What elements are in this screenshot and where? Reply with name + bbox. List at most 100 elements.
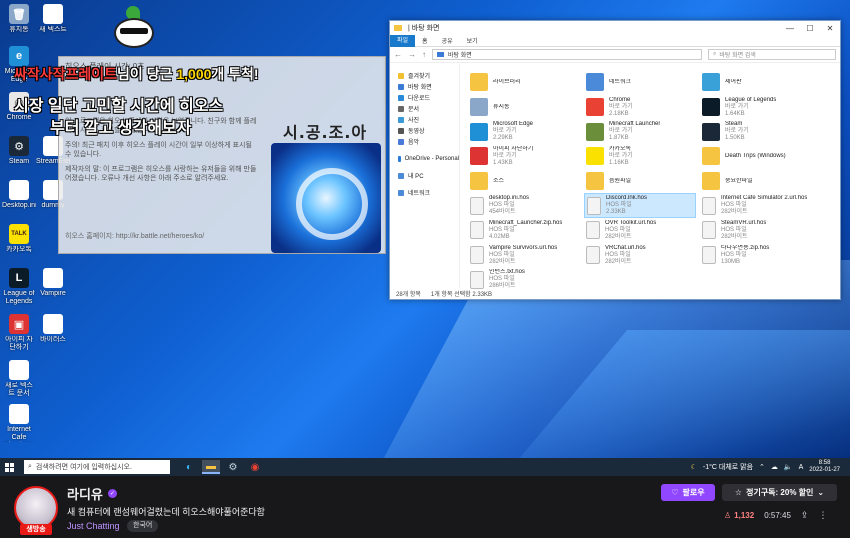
stream-category[interactable]: Just Chatting bbox=[67, 521, 120, 531]
file-item[interactable]: Chrome 바로 가기 2.18KB bbox=[584, 95, 696, 120]
address-bar[interactable]: 바탕 화면 bbox=[432, 49, 702, 60]
file-item[interactable]: 제어판 bbox=[700, 70, 812, 95]
viewer-count-value: 1,132 bbox=[734, 511, 755, 520]
file-item[interactable]: 중요한파일 bbox=[700, 169, 812, 194]
desktop-icon[interactable]: 바이러스 bbox=[36, 314, 70, 352]
nav-item[interactable]: 사진 bbox=[390, 114, 459, 125]
file-icon bbox=[586, 122, 604, 141]
file-item[interactable]: League of Legends 바로 가기 1.64KB bbox=[700, 95, 812, 120]
desktop-icon[interactable]: 새 텍스트 bbox=[36, 4, 70, 42]
file-meta: 바로 가기 2.18KB bbox=[609, 103, 633, 117]
nav-item[interactable]: 즐겨찾기 bbox=[390, 70, 459, 81]
nav-item[interactable]: 네트워크 bbox=[390, 187, 459, 198]
donation-text-end: 개 투척! bbox=[211, 66, 259, 82]
maximize-icon[interactable]: ☐ bbox=[800, 24, 820, 33]
desktop-icon[interactable]: TALK 카카오톡 bbox=[2, 224, 36, 262]
file-item[interactable]: desktop.ini.hos HOS 파일 454바이트 bbox=[468, 193, 580, 218]
steam-icon[interactable]: ⚙ bbox=[224, 460, 242, 474]
nav-item[interactable]: OneDrive - Personal bbox=[390, 153, 459, 164]
ribbon-tab-view[interactable]: 보기 bbox=[460, 36, 485, 45]
overlay-footer-link[interactable]: 히오스 홈페이지: http://kr.battle.net/heroes/ko… bbox=[65, 231, 204, 241]
file-item[interactable]: Internet Cafe Simulator 2.url.hos HOS 파일 … bbox=[700, 193, 812, 218]
file-item[interactable]: 라이브러리 bbox=[468, 70, 580, 95]
forward-arrow-icon[interactable]: → bbox=[408, 50, 416, 59]
follow-button[interactable]: ♡ 팔로우 bbox=[661, 484, 715, 501]
streamer-name[interactable]: 라디유 bbox=[67, 484, 103, 503]
file-name: 네트워크 bbox=[609, 78, 632, 85]
file-item[interactable]: 카카오톡 바로 가기 1.16KB bbox=[584, 144, 696, 169]
search-input[interactable]: ⌕ 바탕 화면 검색 bbox=[708, 49, 836, 60]
file-name: 휴지통 bbox=[493, 103, 510, 110]
file-item[interactable]: 아이피 차단하기 바로 가기 1.43KB bbox=[468, 144, 580, 169]
hero-title: 시.공.조.아 bbox=[283, 123, 368, 142]
file-item[interactable]: Minecraft_Launcher.zip.hos HOS 파일 4.02MB bbox=[468, 218, 580, 243]
file-item[interactable]: Death Trips (Windows) bbox=[700, 144, 812, 169]
desktop-icon[interactable]: L League of Legends bbox=[2, 268, 36, 306]
desktop-icon[interactable]: ▣ 아이피 차단하기 bbox=[2, 314, 36, 352]
file-icon bbox=[470, 98, 488, 117]
weather-icon[interactable]: ☾ bbox=[691, 463, 697, 471]
more-options-icon[interactable]: ⋮ bbox=[818, 510, 827, 521]
file-item[interactable]: 소스 bbox=[468, 169, 580, 194]
file-meta: HOS 파일 282바이트 bbox=[605, 226, 632, 240]
minimize-icon[interactable]: — bbox=[780, 24, 800, 33]
file-item[interactable]: 타다우면용.zip.hos HOS 파일 130MB bbox=[700, 243, 812, 268]
nav-item[interactable]: 다운로드 bbox=[390, 92, 459, 103]
language-tag[interactable]: 한국어 bbox=[127, 520, 159, 532]
ribbon-tab-home[interactable]: 홈 bbox=[415, 36, 435, 45]
desktop-icon[interactable]: 새로 텍스트 문서 bbox=[2, 360, 36, 398]
app-icon: ▣ bbox=[9, 314, 29, 334]
desktop-icon[interactable]: 🗑 휴지통 bbox=[2, 4, 36, 42]
share-icon[interactable]: ⇪ bbox=[801, 510, 809, 521]
nav-item[interactable]: 내 PC bbox=[390, 170, 459, 181]
desktop-icon[interactable]: Internet Cafe Simulator bbox=[2, 404, 36, 442]
desktop-icon[interactable]: Vampire bbox=[36, 268, 70, 306]
file-meta: HOS 파일 454바이트 bbox=[489, 202, 516, 216]
ime-indicator[interactable]: A bbox=[799, 464, 804, 471]
desktop-icon[interactable]: Desktop.ini bbox=[2, 180, 36, 218]
taskbar-search-input[interactable]: ⌕ 검색하려면 여기에 입력하십시오. bbox=[24, 460, 170, 474]
explorer-titlebar[interactable]: | 바탕 화면 — ☐ ✕ bbox=[390, 21, 840, 35]
chrome-icon[interactable]: ◉ bbox=[246, 460, 264, 474]
file-item[interactable]: OVR Toolkit.url.hos HOS 파일 282바이트 bbox=[584, 218, 696, 243]
network-icon[interactable]: ☁ bbox=[771, 463, 778, 471]
file-item[interactable]: VRChat.url.hos HOS 파일 282바이트 bbox=[584, 243, 696, 268]
volume-icon[interactable]: 🔈 bbox=[784, 463, 793, 471]
folder-icon bbox=[702, 147, 720, 166]
start-button[interactable] bbox=[0, 458, 18, 476]
file-item[interactable]: 휴지통 bbox=[468, 95, 580, 120]
ribbon-tab-file[interactable]: 파일 bbox=[390, 34, 416, 47]
nav-item[interactable]: 음악 bbox=[390, 136, 459, 147]
file-item[interactable]: 음원파일 bbox=[584, 169, 696, 194]
file-icon bbox=[586, 73, 604, 92]
file-item[interactable]: Minecraft Launcher 바로 가기 1.87KB bbox=[584, 119, 696, 144]
file-explorer-icon[interactable]: ▬ bbox=[202, 460, 220, 474]
file-item[interactable]: Discord.lnk.hos HOS 파일 2.33KB bbox=[584, 193, 696, 219]
edge-icon[interactable]: ◐ bbox=[180, 460, 198, 474]
file-item[interactable]: 네트워크 bbox=[584, 70, 696, 95]
nav-item-label: 다운로드 bbox=[408, 96, 431, 102]
nav-item-icon bbox=[398, 105, 404, 112]
back-arrow-icon[interactable]: ← bbox=[394, 50, 402, 59]
app-icon bbox=[9, 180, 29, 200]
file-meta: 바로 가기 1.64KB bbox=[725, 103, 749, 117]
file-item[interactable]: SteamVR.url.hos HOS 파일 282바이트 bbox=[700, 218, 812, 243]
file-item[interactable]: Steam 바로 가기 1.50KB bbox=[700, 119, 812, 144]
nav-item[interactable]: 동영상 bbox=[390, 125, 459, 136]
clock[interactable]: 8:58 2022-01-27 bbox=[809, 460, 840, 474]
address-path: 바탕 화면 bbox=[448, 53, 472, 59]
file-meta: HOS 파일 130MB bbox=[721, 251, 747, 265]
weather-text[interactable]: -1°C 대체로 맑음 bbox=[703, 462, 753, 472]
file-explorer-window[interactable]: | 바탕 화면 — ☐ ✕ 파일 홈 공유 보기 ← → ↑ 바탕 화면 ⌕ 바… bbox=[389, 20, 841, 300]
desktop-icon[interactable]: ⚙ Steam bbox=[2, 136, 36, 174]
file-item[interactable]: Microsoft Edge 바로 가기 2.29KB bbox=[468, 119, 580, 144]
up-arrow-icon[interactable]: ↑ bbox=[422, 50, 426, 59]
close-icon[interactable]: ✕ bbox=[820, 24, 840, 33]
subscribe-button[interactable]: ☆ 정기구독: 20% 할인 ⌄ bbox=[722, 484, 837, 501]
ribbon-tab-share[interactable]: 공유 bbox=[435, 36, 460, 45]
nav-item[interactable]: 문서 bbox=[390, 103, 459, 114]
chevron-up-icon[interactable]: ⌃ bbox=[759, 463, 765, 471]
nav-item[interactable]: 바탕 화면 bbox=[390, 81, 459, 92]
file-item[interactable]: Vampire Survivors.url.hos HOS 파일 282바이트 bbox=[468, 243, 580, 268]
file-meta: HOS 파일 282바이트 bbox=[489, 251, 516, 265]
